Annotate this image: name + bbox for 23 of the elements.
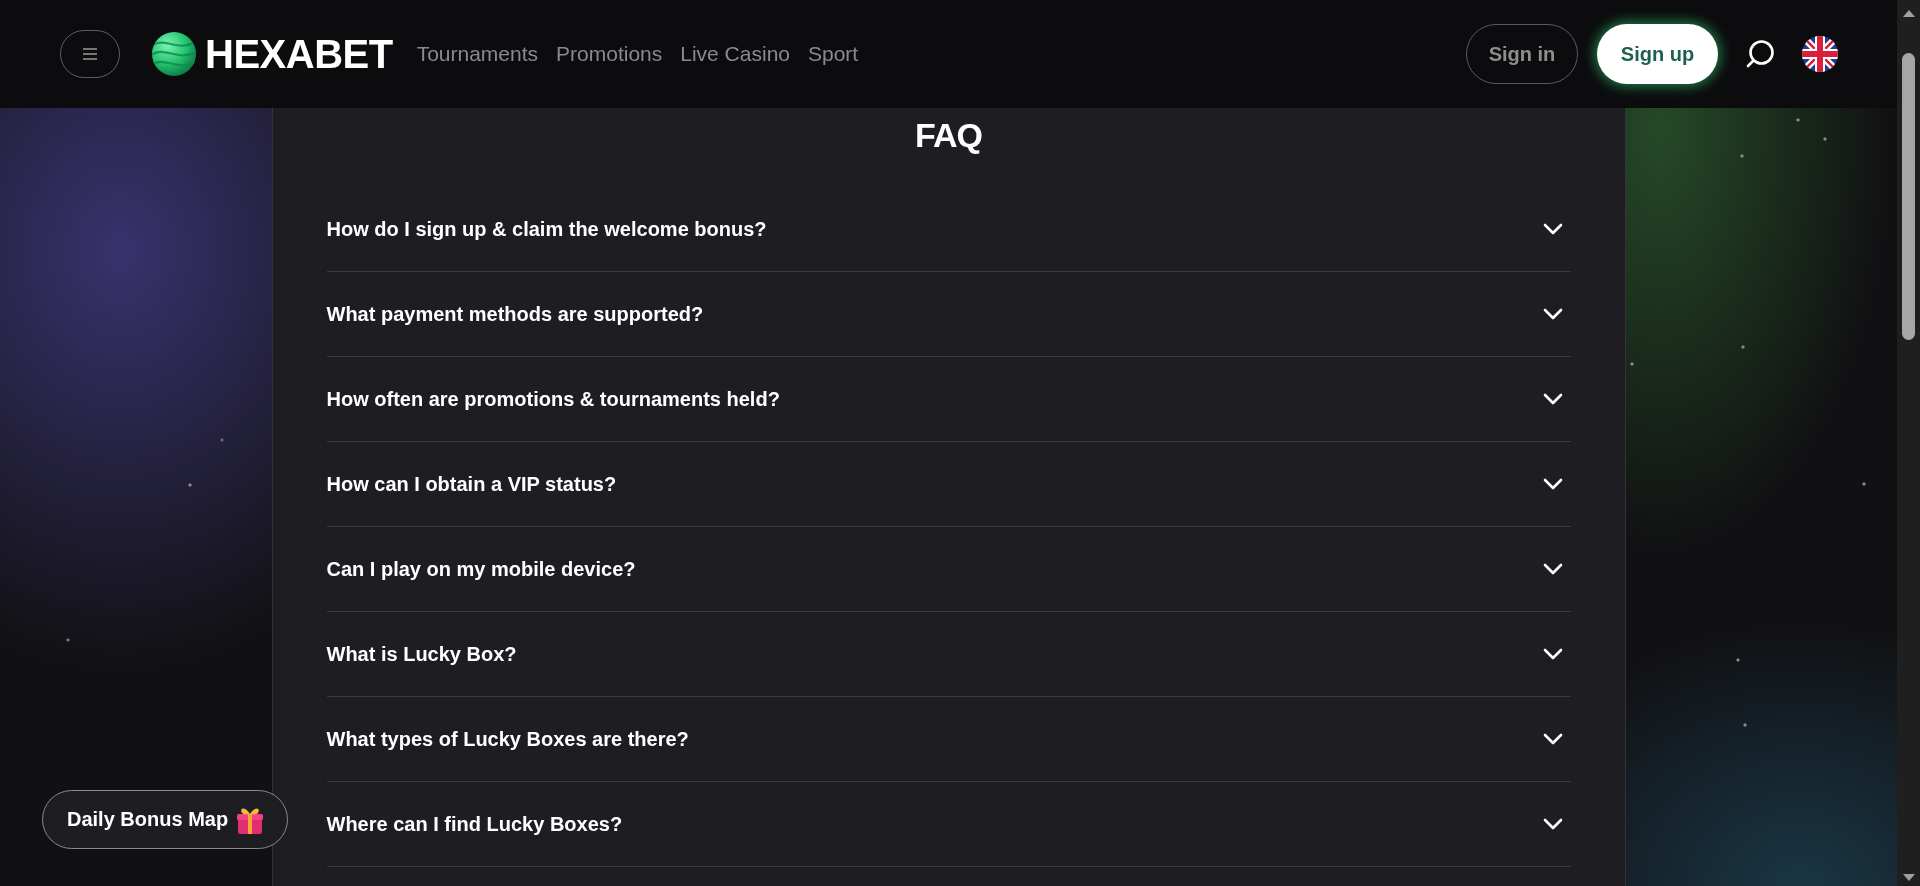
faq-question-row[interactable]: What is Lucky Box? (326, 612, 1571, 697)
faq-question-row[interactable]: What payment methods are supported? (326, 272, 1571, 357)
daily-bonus-map-button[interactable]: Daily Bonus Map (42, 790, 289, 849)
scroll-down-arrow-icon[interactable] (1902, 874, 1915, 882)
faq-question-row[interactable]: How do I sign up & claim the welcome bonus? (326, 187, 1571, 272)
scrollbar-thumb[interactable] (1902, 53, 1915, 340)
logo-wordmark[interactable]: HEXABET (205, 30, 393, 78)
nav-link[interactable]: Tournaments (416, 40, 539, 68)
search-icon[interactable] (1745, 39, 1775, 69)
nav-link[interactable]: Promotions (556, 40, 663, 68)
flag-icon[interactable] (1802, 36, 1838, 72)
faq-question-row[interactable]: What types of Lucky Boxes are there? (326, 697, 1571, 782)
faq-question-row[interactable]: How can I obtain a VIP status? (326, 442, 1571, 527)
faq-question-row[interactable]: How often are promotions & tournaments held? (326, 357, 1571, 442)
faq-question-row[interactable]: Can I play on my mobile device? (326, 527, 1571, 612)
menu-icon (82, 48, 98, 60)
faq-question-row[interactable]: Where can I find Lucky Boxes? (326, 782, 1571, 867)
sign-up-button[interactable]: Sign up (1597, 24, 1718, 84)
scroll-up-arrow-icon[interactable] (1902, 9, 1915, 17)
logo-icon[interactable] (151, 31, 197, 77)
faq-title: FAQ (914, 115, 983, 156)
nav-link[interactable]: Sport (808, 40, 859, 68)
nav-link[interactable]: Live Casino (680, 40, 790, 68)
